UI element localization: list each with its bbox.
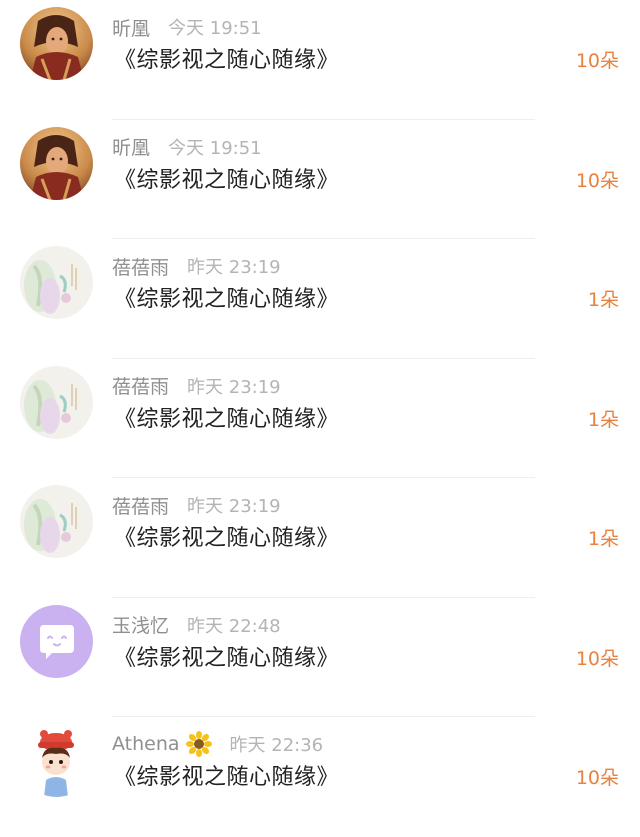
- row-meta: 蓓蓓雨 昨天 23:19: [112, 490, 281, 520]
- work-title[interactable]: 《综影视之随心随缘》: [114, 42, 339, 74]
- timestamp: 昨天 22:48: [187, 615, 281, 637]
- user-name[interactable]: 昕凰: [112, 133, 150, 160]
- gift-record-list: 昕凰 今天 19:51 《综影视之随心随缘》 10朵 昕凰 今天 19:51 《…: [0, 0, 640, 837]
- timestamp: 昨天 23:19: [187, 257, 281, 278]
- row-meta: 昕凰 今天 19:51: [112, 12, 262, 42]
- work-title[interactable]: 《综影视之随心随缘》: [114, 520, 339, 552]
- row-meta: 蓓蓓雨 昨天 23:19: [112, 251, 281, 281]
- work-title[interactable]: 《综影视之随心随缘》: [114, 401, 339, 433]
- warrior-avatar[interactable]: [20, 126, 93, 200]
- work-title[interactable]: 《综影视之随心随缘》: [114, 281, 339, 313]
- painting-avatar[interactable]: [20, 485, 93, 558]
- flower-count: 1朵: [587, 528, 619, 550]
- work-title[interactable]: 《综影视之随心随缘》: [114, 640, 339, 672]
- flower-count: 10朵: [575, 647, 619, 670]
- flower-count: 1朵: [587, 408, 619, 431]
- warrior-avatar[interactable]: [20, 7, 93, 80]
- flower-count: 1朵: [587, 289, 619, 311]
- list-item[interactable]: 玉浅忆 昨天 22:48 《综影视之随心随缘》 10朵: [0, 598, 640, 717]
- list-item[interactable]: Athena 昨天 22:36 《综影视之随心随缘》 10朵: [0, 717, 640, 837]
- user-name[interactable]: 蓓蓓雨: [112, 492, 169, 519]
- user-name[interactable]: 昕凰: [112, 14, 150, 41]
- flower-count: 10朵: [575, 767, 619, 789]
- timestamp: 昨天 22:36: [229, 735, 324, 756]
- list-item[interactable]: 蓓蓓雨 昨天 23:19 《综影视之随心随缘》 1朵: [0, 239, 640, 359]
- list-item[interactable]: 蓓蓓雨 昨天 23:19 《综影视之随心随缘》 1朵: [0, 478, 640, 598]
- cartoon-girl-avatar[interactable]: [20, 724, 93, 797]
- list-item[interactable]: 昕凰 今天 19:51 《综影视之随心随缘》 10朵: [0, 0, 640, 120]
- painting-avatar[interactable]: [20, 365, 93, 439]
- list-item[interactable]: 昕凰 今天 19:51 《综影视之随心随缘》 10朵: [0, 120, 640, 239]
- painting-avatar[interactable]: [20, 246, 93, 319]
- chat-bubble-avatar[interactable]: [20, 604, 93, 678]
- timestamp: 今天 19:51: [168, 137, 262, 159]
- work-title[interactable]: 《综影视之随心随缘》: [114, 162, 339, 194]
- work-title[interactable]: 《综影视之随心随缘》: [114, 759, 339, 791]
- timestamp: 昨天 23:19: [187, 496, 281, 517]
- user-name[interactable]: Athena: [112, 733, 180, 755]
- timestamp: 今天 19:51: [168, 18, 262, 39]
- user-name[interactable]: 蓓蓓雨: [112, 372, 169, 399]
- user-name[interactable]: 玉浅忆: [112, 611, 169, 638]
- row-meta: 玉浅忆 昨天 22:48: [112, 610, 281, 640]
- flower-count: 10朵: [575, 169, 619, 192]
- list-item[interactable]: 蓓蓓雨 昨天 23:19 《综影视之随心随缘》 1朵: [0, 359, 640, 478]
- user-name[interactable]: 蓓蓓雨: [112, 253, 169, 280]
- sunflower-icon: [185, 731, 212, 757]
- timestamp: 昨天 23:19: [187, 376, 281, 398]
- row-meta: 昕凰 今天 19:51: [112, 132, 262, 162]
- row-meta: Athena 昨天 22:36: [112, 729, 323, 759]
- flower-count: 10朵: [575, 50, 619, 72]
- row-meta: 蓓蓓雨 昨天 23:19: [112, 371, 281, 401]
